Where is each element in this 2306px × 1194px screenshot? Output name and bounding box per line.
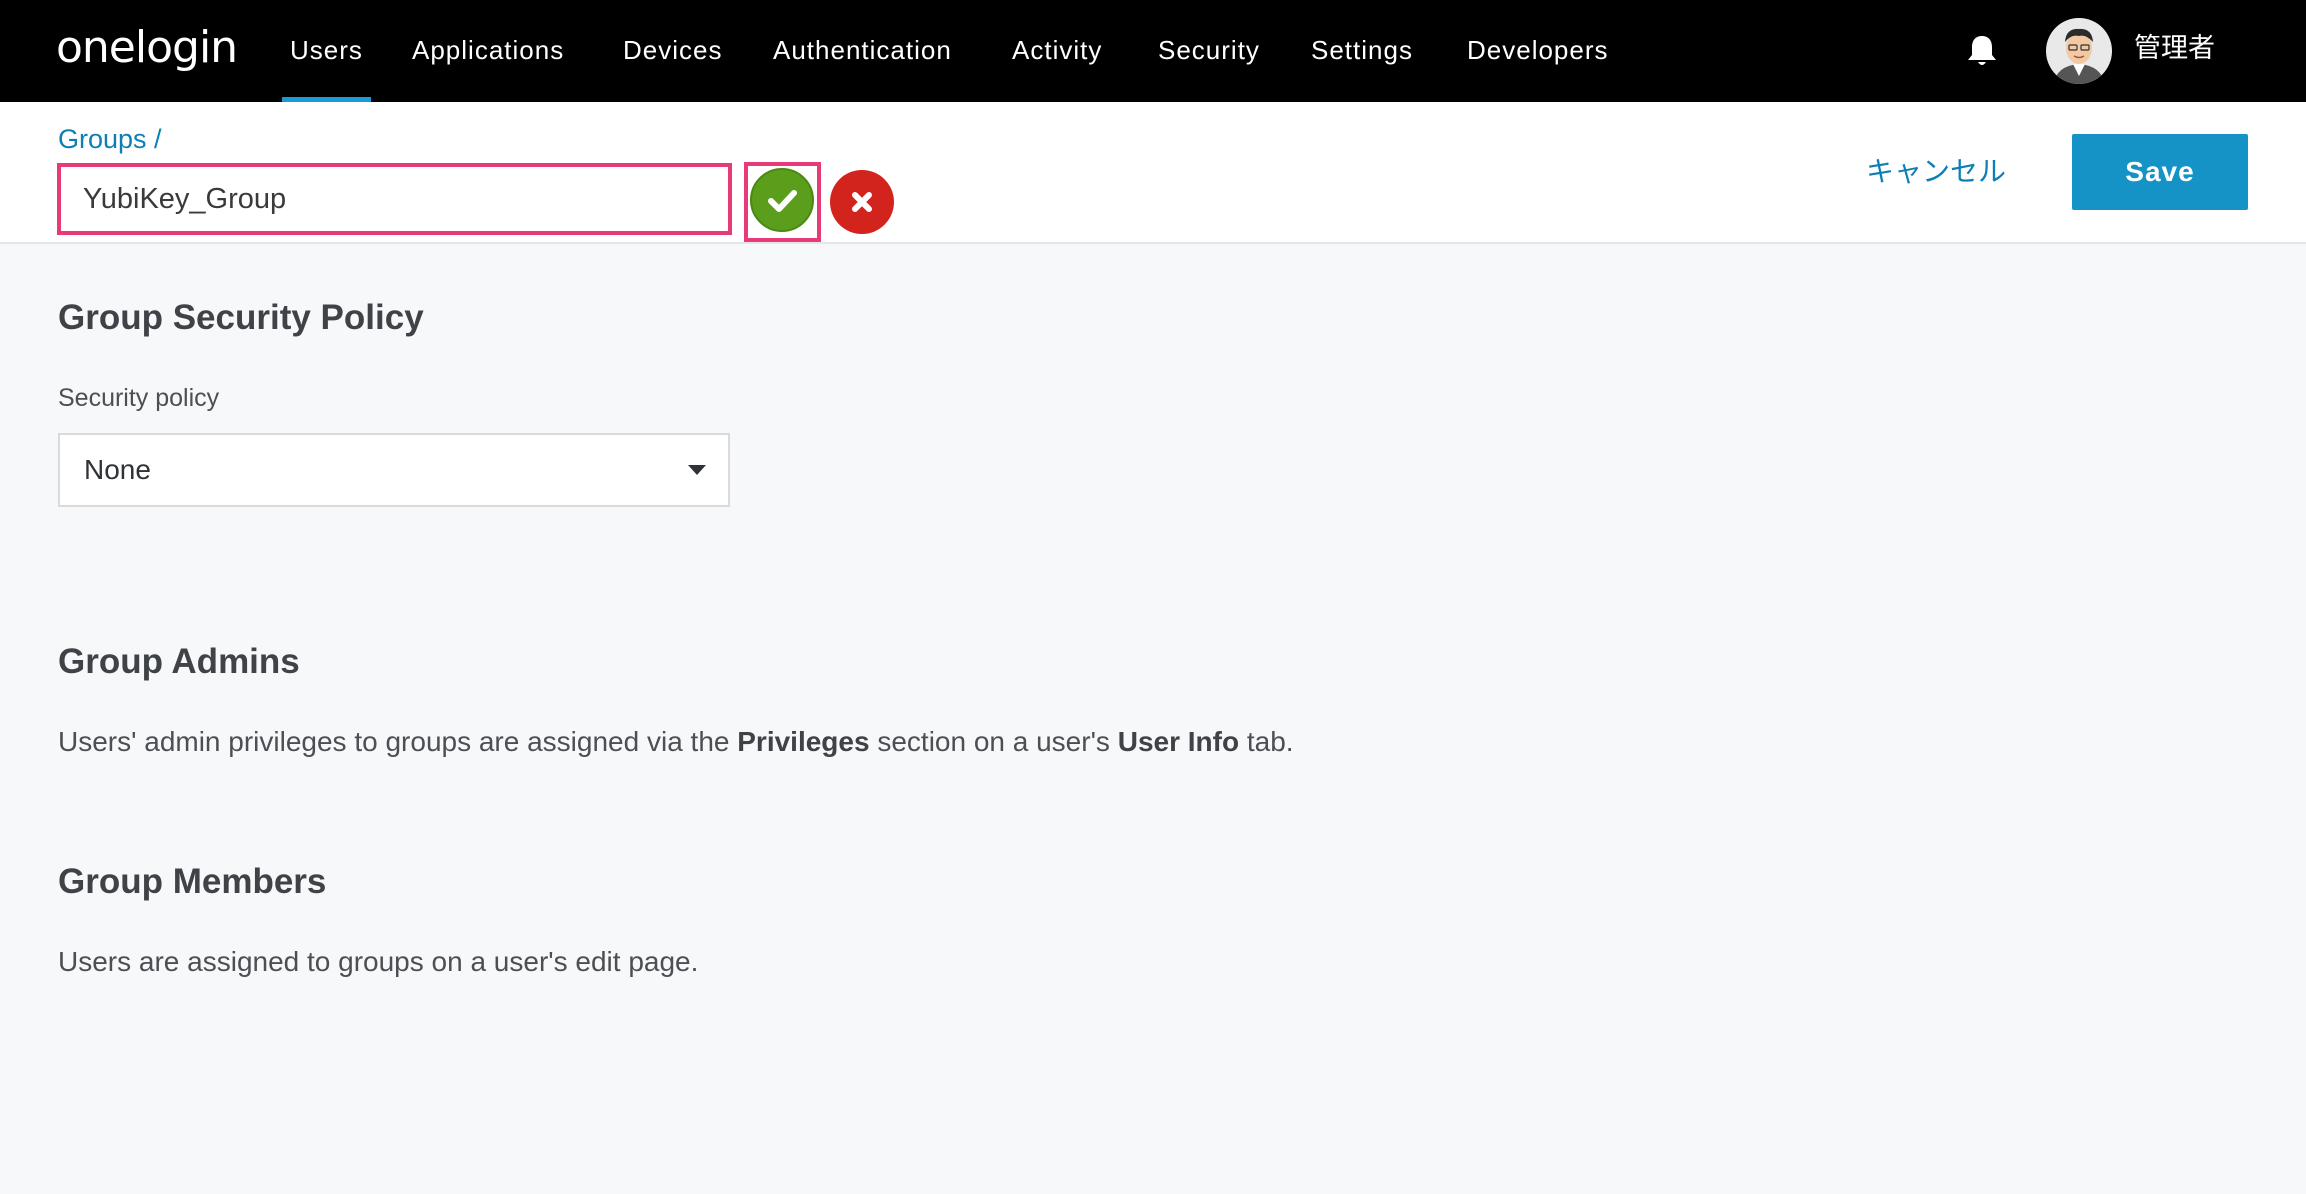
nav-item-authentication[interactable]: Authentication bbox=[773, 0, 952, 102]
nav-item-settings[interactable]: Settings bbox=[1311, 0, 1413, 102]
privileges-bold: Privileges bbox=[737, 726, 870, 757]
group-admins-heading: Group Admins bbox=[58, 642, 300, 681]
nav-item-users[interactable]: Users bbox=[282, 0, 371, 102]
admins-text-post: tab. bbox=[1239, 726, 1294, 757]
group-admins-description: Users' admin privileges to groups are as… bbox=[58, 726, 1294, 758]
admins-text-mid: section on a user's bbox=[869, 726, 1118, 757]
nav-item-activity[interactable]: Activity bbox=[1012, 0, 1102, 102]
group-security-policy-heading: Group Security Policy bbox=[58, 298, 424, 337]
save-button[interactable]: Save bbox=[2072, 134, 2248, 210]
nav-item-applications[interactable]: Applications bbox=[412, 0, 564, 102]
user-info-bold: User Info bbox=[1117, 726, 1240, 757]
bell-icon[interactable] bbox=[1966, 34, 1998, 68]
security-policy-select[interactable]: None bbox=[58, 433, 730, 507]
admins-text-pre: Users' admin privileges to groups are as… bbox=[58, 726, 738, 757]
security-policy-value: None bbox=[84, 454, 151, 485]
group-members-description: Users are assigned to groups on a user's… bbox=[58, 946, 699, 977]
cancel-name-button[interactable] bbox=[830, 170, 894, 234]
page-header: Groups / キャンセル Save bbox=[0, 102, 2306, 244]
breadcrumb-groups[interactable]: Groups / bbox=[58, 124, 162, 155]
nav-item-security[interactable]: Security bbox=[1158, 0, 1260, 102]
avatar[interactable] bbox=[2046, 18, 2112, 84]
nav-item-devices[interactable]: Devices bbox=[623, 0, 722, 102]
close-icon bbox=[852, 192, 872, 212]
group-name-input[interactable] bbox=[57, 163, 732, 235]
checkmark-icon bbox=[768, 190, 797, 212]
user-portrait-icon bbox=[2046, 18, 2112, 84]
onelogin-logo[interactable]: onelogin bbox=[56, 18, 238, 78]
cancel-link[interactable]: キャンセル bbox=[1866, 150, 2006, 190]
top-navigation-bar: onelogin Users Applications Devices Auth… bbox=[0, 0, 2306, 102]
security-policy-label: Security policy bbox=[58, 384, 220, 412]
confirm-name-button[interactable] bbox=[750, 168, 814, 232]
group-members-heading: Group Members bbox=[58, 862, 327, 901]
user-name[interactable]: 管理者 bbox=[2134, 0, 2215, 102]
caret-down-icon bbox=[688, 465, 706, 475]
nav-item-developers[interactable]: Developers bbox=[1467, 0, 1609, 102]
